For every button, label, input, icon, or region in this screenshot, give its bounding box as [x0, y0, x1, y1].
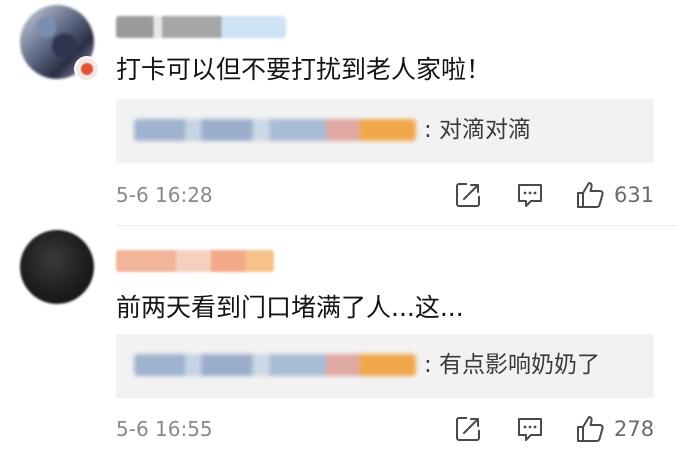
like-button[interactable] [574, 179, 606, 211]
comment-meta: 5-6 16:28 631 [116, 179, 656, 211]
comment-text: 前两天看到门口堵满了人...这... [116, 293, 464, 322]
repost-icon [456, 183, 480, 207]
comment-button[interactable] [514, 413, 546, 445]
reply-username-blurred[interactable] [134, 119, 416, 141]
timestamp: 5-6 16:28 [116, 183, 213, 207]
comment-item: 打卡可以但不要打扰到老人家啦！ : 对滴对滴 5-6 16:28 631 [0, 0, 677, 226]
reply-text: : 有点影响奶奶了 [424, 352, 601, 378]
comment-item: 前两天看到门口堵满了人...这... : 有点影响奶奶了 5-6 16:55 2… [0, 226, 677, 456]
reply-username-blurred[interactable] [134, 354, 416, 376]
comment-icon [518, 418, 542, 441]
comment-button[interactable] [514, 179, 546, 211]
comment-text: 打卡可以但不要打扰到老人家啦！ [116, 55, 492, 84]
username-blurred[interactable] [116, 16, 286, 38]
comment-list: 打卡可以但不要打扰到老人家啦！ : 对滴对滴 5-6 16:28 631 前两天… [0, 0, 677, 456]
verified-badge-icon [74, 56, 100, 82]
timestamp: 5-6 16:55 [116, 417, 213, 441]
reply-preview[interactable]: : 有点影响奶奶了 [116, 334, 654, 398]
like-button[interactable] [574, 413, 606, 445]
repost-button[interactable] [452, 413, 484, 445]
like-count: 631 [614, 183, 655, 207]
reply-text: : 对滴对滴 [424, 117, 532, 143]
repost-button[interactable] [452, 179, 484, 211]
username-blurred[interactable] [116, 250, 274, 272]
comment-meta: 5-6 16:55 278 [116, 413, 656, 445]
thumbs-up-icon [577, 182, 604, 208]
reply-preview[interactable]: : 对滴对滴 [116, 99, 654, 163]
avatar[interactable] [20, 230, 94, 304]
repost-icon [456, 417, 480, 441]
thumbs-up-icon [577, 416, 604, 442]
comment-icon [518, 184, 542, 207]
like-count: 278 [614, 417, 655, 441]
